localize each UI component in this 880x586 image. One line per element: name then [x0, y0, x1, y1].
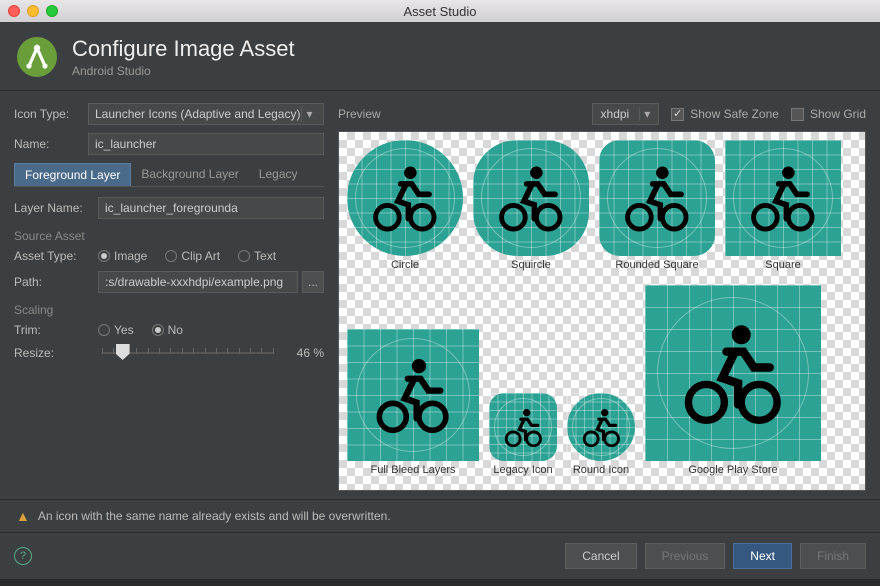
bicycle-icon: [680, 320, 786, 426]
preview-caption: Google Play Store: [688, 464, 777, 476]
show-grid-checkbox[interactable]: Show Grid: [791, 107, 866, 121]
path-field[interactable]: [98, 271, 298, 293]
preview-play_store: Google Play Store: [645, 285, 821, 476]
cancel-button[interactable]: Cancel: [565, 543, 636, 569]
chevron-down-icon: ▾: [639, 107, 654, 121]
bicycle-icon: [581, 407, 622, 448]
warning-bar: ▲ An icon with the same name already exi…: [0, 499, 880, 532]
preview-caption: Circle: [391, 259, 419, 271]
tab-background-layer[interactable]: Background Layer: [131, 163, 248, 186]
bicycle-icon: [373, 355, 452, 434]
name-label: Name:: [14, 137, 82, 151]
android-studio-logo-icon: [16, 36, 58, 78]
bicycle-icon: [748, 163, 818, 233]
preview-caption: Squircle: [511, 259, 551, 271]
bicycle-icon: [370, 163, 440, 233]
resize-slider[interactable]: [102, 345, 274, 361]
preview-squircle: Squircle: [473, 140, 589, 271]
preview-circle: Circle: [347, 140, 463, 271]
finish-button[interactable]: Finish: [800, 543, 866, 569]
preview-caption: Square: [765, 259, 800, 271]
preview-caption: Legacy Icon: [493, 464, 552, 476]
preview-rounded_square: Rounded Square: [599, 140, 715, 271]
layer-tabs: Foreground Layer Background Layer Legacy: [14, 163, 324, 187]
trim-yes-radio[interactable]: Yes: [98, 323, 134, 337]
preview-canvas: Circle Squircle Rounded Square: [338, 131, 866, 491]
resize-label: Resize:: [14, 346, 92, 360]
wizard-footer: ? Cancel Previous Next Finish: [0, 532, 880, 579]
bicycle-icon: [622, 163, 692, 233]
page-title: Configure Image Asset: [72, 36, 295, 62]
bicycle-icon: [496, 163, 566, 233]
chevron-down-icon: ▾: [301, 106, 317, 122]
warning-text: An icon with the same name already exist…: [38, 509, 391, 523]
config-panel: Icon Type: Launcher Icons (Adaptive and …: [14, 103, 324, 491]
preview-full_bleed: Full Bleed Layers: [347, 329, 479, 476]
asset-type-text-radio[interactable]: Text: [238, 249, 276, 263]
help-button[interactable]: ?: [14, 547, 32, 565]
preview-square: Square: [725, 140, 841, 271]
wizard-header: Configure Image Asset Android Studio: [0, 22, 880, 91]
preview-caption: Full Bleed Layers: [371, 464, 456, 476]
scaling-header: Scaling: [14, 303, 324, 317]
path-label: Path:: [14, 275, 92, 289]
density-select[interactable]: xhdpi ▾: [592, 103, 660, 125]
titlebar: Asset Studio: [0, 0, 880, 22]
page-subtitle: Android Studio: [72, 64, 295, 78]
icon-type-label: Icon Type:: [14, 107, 82, 121]
asset-type-image-radio[interactable]: Image: [98, 249, 147, 263]
preview-caption: Round Icon: [573, 464, 629, 476]
next-button[interactable]: Next: [733, 543, 792, 569]
trim-label: Trim:: [14, 323, 92, 337]
resize-value: 46 %: [284, 346, 324, 360]
tab-legacy[interactable]: Legacy: [249, 163, 308, 186]
window-title: Asset Studio: [0, 4, 880, 19]
tab-foreground-layer[interactable]: Foreground Layer: [14, 163, 131, 186]
path-browse-button[interactable]: ...: [302, 271, 324, 293]
asset-type-clipart-radio[interactable]: Clip Art: [165, 249, 220, 263]
trim-no-radio[interactable]: No: [152, 323, 183, 337]
preview-caption: Rounded Square: [615, 259, 698, 271]
name-field[interactable]: [88, 133, 324, 155]
preview-label: Preview: [338, 107, 381, 121]
preview-panel: Preview xhdpi ▾ Show Safe Zone Show Grid…: [338, 103, 866, 491]
preview-legacy_icon: Legacy Icon: [489, 393, 557, 476]
show-safe-zone-checkbox[interactable]: Show Safe Zone: [671, 107, 779, 121]
warning-icon: ▲: [16, 508, 30, 524]
preview-round_icon: Round Icon: [567, 393, 635, 476]
layer-name-field[interactable]: [98, 197, 324, 219]
source-asset-header: Source Asset: [14, 229, 324, 243]
bicycle-icon: [503, 407, 544, 448]
icon-type-select[interactable]: Launcher Icons (Adaptive and Legacy) ▾: [88, 103, 324, 125]
asset-type-label: Asset Type:: [14, 249, 92, 263]
previous-button[interactable]: Previous: [645, 543, 726, 569]
layer-name-label: Layer Name:: [14, 201, 92, 215]
